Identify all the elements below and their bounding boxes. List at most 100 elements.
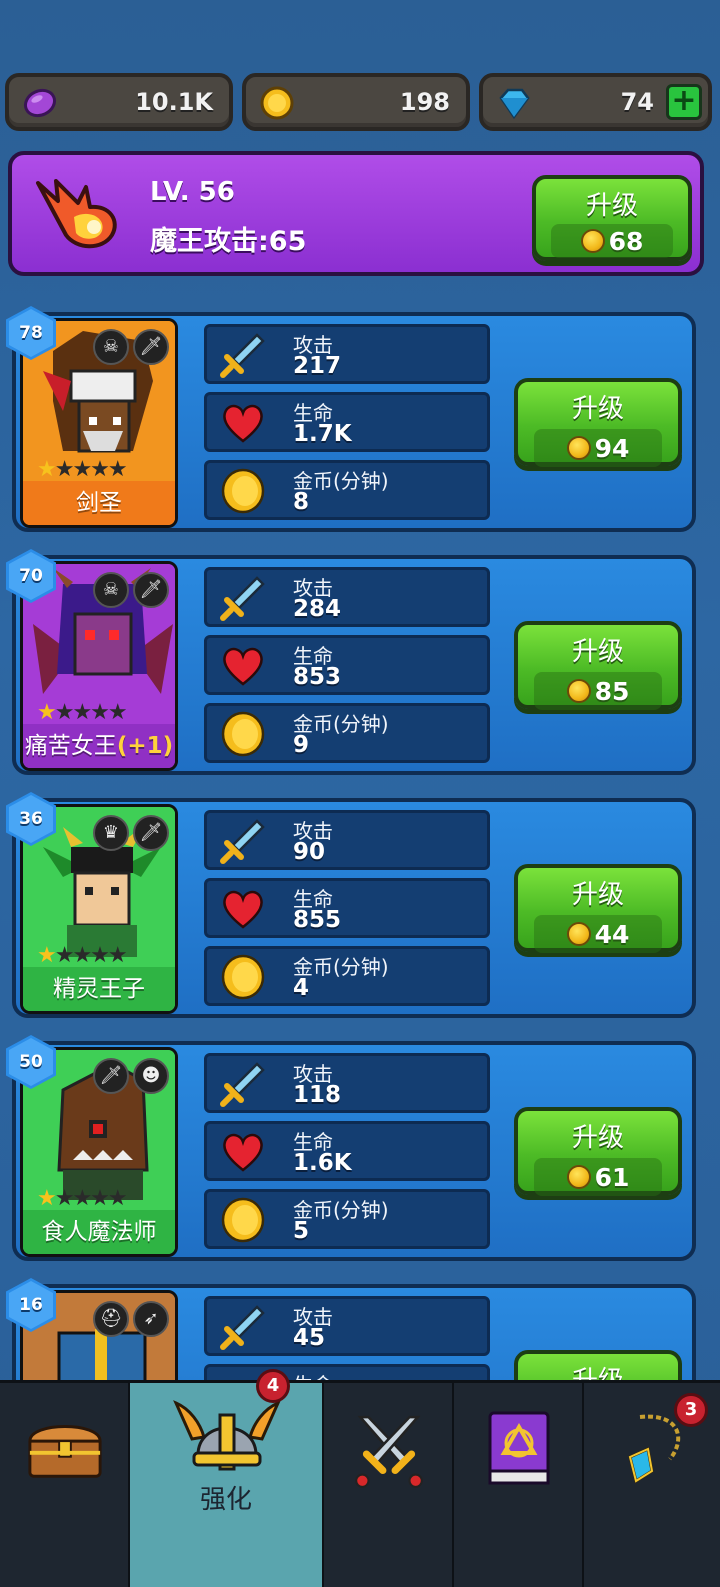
sword-weapon-icon: 🗡 <box>133 329 169 365</box>
hero-row: 78 ☠ 🗡 ★★★★★ 剑圣 攻击 217 生命 1.7K 金币(分钟) 8 … <box>6 306 696 532</box>
gold-rate-stat: 金币(分钟) 4 <box>204 946 490 1006</box>
gold-rate-stat: 金币(分钟) 8 <box>204 460 490 520</box>
hero-upgrade-button[interactable]: 升级 85 <box>514 621 682 710</box>
sword-icon <box>220 1305 265 1350</box>
upgrade-cost: 85 <box>594 676 630 706</box>
tab-battle[interactable] <box>324 1383 454 1587</box>
gold-coin-icon <box>221 1197 265 1243</box>
hero-upgrade-button[interactable]: 升级 94 <box>514 378 682 467</box>
hero-name: 剑圣 <box>23 481 175 525</box>
boss-upgrade-button[interactable]: 升级 68 <box>532 175 692 261</box>
hero-name: 精灵王子 <box>23 967 175 1011</box>
tab-upgrade-label: 强化 <box>199 1485 252 1515</box>
attack-stat: 攻击 217 <box>204 324 490 384</box>
skull-class-icon: ☠ <box>93 572 129 608</box>
hp-stat: 生命 855 <box>204 878 490 938</box>
tab-treasure[interactable] <box>0 1383 130 1587</box>
helmet-class-icon: ⛑ <box>93 1301 129 1337</box>
sword-icon <box>220 819 265 864</box>
gold-coin-icon <box>566 679 591 703</box>
orc-class-icon: ☠ <box>93 329 129 365</box>
hero-name-box: 痛苦女王(+1) <box>23 724 175 768</box>
hp-value: 853 <box>293 664 342 690</box>
boss-level: LV. 56 <box>150 177 235 207</box>
tab-amulet[interactable]: 3 <box>584 1383 720 1587</box>
hero-name: 痛苦女王 <box>24 733 117 759</box>
sword-icon <box>220 1062 265 1107</box>
boss-attack: 魔王攻击:65 <box>150 226 307 257</box>
tab-spellbook[interactable] <box>454 1383 584 1587</box>
hero-stars: ★★★★★ <box>37 457 128 482</box>
hero-row: 70 ☠ 🗡 ★★★★★ 痛苦女王(+1) 攻击 284 生命 853 金币(分… <box>6 549 696 775</box>
notification-badge: 3 <box>674 1393 708 1427</box>
upgrade-label: 升级 <box>571 394 624 424</box>
hero-upgrade-button[interactable]: 升级 44 <box>514 864 682 953</box>
upgrade-label: 升级 <box>571 1123 624 1153</box>
add-diamond-button[interactable]: + <box>666 84 702 120</box>
hp-value: 1.6K <box>293 1150 352 1176</box>
attack-value: 284 <box>293 596 342 622</box>
hp-value: 1.7K <box>293 421 352 447</box>
upgrade-cost: 44 <box>594 919 630 949</box>
gold-rate-stat: 金币(分钟) 9 <box>204 703 490 763</box>
upgrade-cost: 94 <box>594 433 630 463</box>
gold-rate-value: 5 <box>293 1218 310 1244</box>
gold-rate-value: 8 <box>293 489 310 515</box>
gold-counter: 198 <box>242 73 470 131</box>
hp-stat: 生命 1.7K <box>204 392 490 452</box>
sword-icon <box>220 333 265 378</box>
elf-class-icon: ♛ <box>93 815 129 851</box>
gold-coin-icon <box>566 922 591 946</box>
attack-stat: 攻击 284 <box>204 567 490 627</box>
boss-upgrade-cost: 68 <box>608 226 644 256</box>
bottom-nav: 强化 4 3 <box>0 1369 720 1587</box>
heart-icon <box>223 404 263 443</box>
hero-row: 50 🗡 ☻ ★★★★★ 食人魔法师 攻击 118 生命 1.6K 金币(分钟)… <box>6 1035 696 1261</box>
gold-coin-icon <box>221 711 265 757</box>
attack-stat: 攻击 118 <box>204 1053 490 1113</box>
upgrade-label: 升级 <box>571 637 624 667</box>
attack-value: 45 <box>293 1325 326 1351</box>
gold-coin-icon <box>260 86 294 120</box>
purple-gem-value: 10.1K <box>135 88 213 116</box>
hero-stars: ★★★★★ <box>37 943 128 968</box>
diamond-value: 74 <box>620 88 654 116</box>
viking-helmet-icon <box>173 1400 281 1471</box>
attack-stat: 攻击 45 <box>204 1296 490 1356</box>
treasure-chest-icon <box>28 1425 102 1478</box>
hp-value: 855 <box>293 907 342 933</box>
gold-coin-icon <box>221 954 265 1000</box>
fireball-icon <box>36 179 117 249</box>
hp-stat: 生命 853 <box>204 635 490 695</box>
notification-badge: 4 <box>256 1369 290 1403</box>
attack-value: 90 <box>293 839 326 865</box>
crossed-swords-icon <box>355 1415 423 1488</box>
heart-icon <box>223 647 263 686</box>
dagger-weapon-icon: 🗡 <box>133 572 169 608</box>
heart-icon <box>223 890 263 929</box>
hero-stars: ★★★★★ <box>37 700 128 725</box>
boss-upgrade-label: 升级 <box>585 191 638 221</box>
hero-upgrade-button[interactable]: 升级 61 <box>514 1107 682 1196</box>
tab-upgrade[interactable]: 强化 4 <box>130 1369 324 1587</box>
attack-value: 217 <box>293 353 342 379</box>
bow-weapon-icon: ➶ <box>133 1301 169 1337</box>
upgrade-label: 升级 <box>571 880 624 910</box>
hero-row: 36 ♛ 🗡 ★★★★★ 精灵王子 攻击 90 生命 855 金币(分钟) 4 … <box>6 792 696 1018</box>
upgrade-cost: 61 <box>594 1162 630 1192</box>
attack-stat: 攻击 90 <box>204 810 490 870</box>
hero-name: 食人魔法师 <box>23 1210 175 1254</box>
diamond-icon <box>499 88 530 120</box>
gold-coin-icon <box>566 436 591 460</box>
spellbook-icon <box>488 1411 550 1485</box>
heart-icon <box>223 1133 263 1172</box>
boss-panel: LV. 56 魔王攻击:65 升级 68 <box>8 151 704 276</box>
sword-icon <box>220 576 265 621</box>
orc-class-icon: ☻ <box>133 1058 169 1094</box>
purple-gem-icon <box>23 88 57 118</box>
hero-name-bonus: (+1) <box>116 733 174 759</box>
dagger-weapon-icon: 🗡 <box>133 815 169 851</box>
gold-coin-icon <box>566 1165 591 1189</box>
hp-stat: 生命 1.6K <box>204 1121 490 1181</box>
diamond-counter: 74 + <box>479 73 712 131</box>
